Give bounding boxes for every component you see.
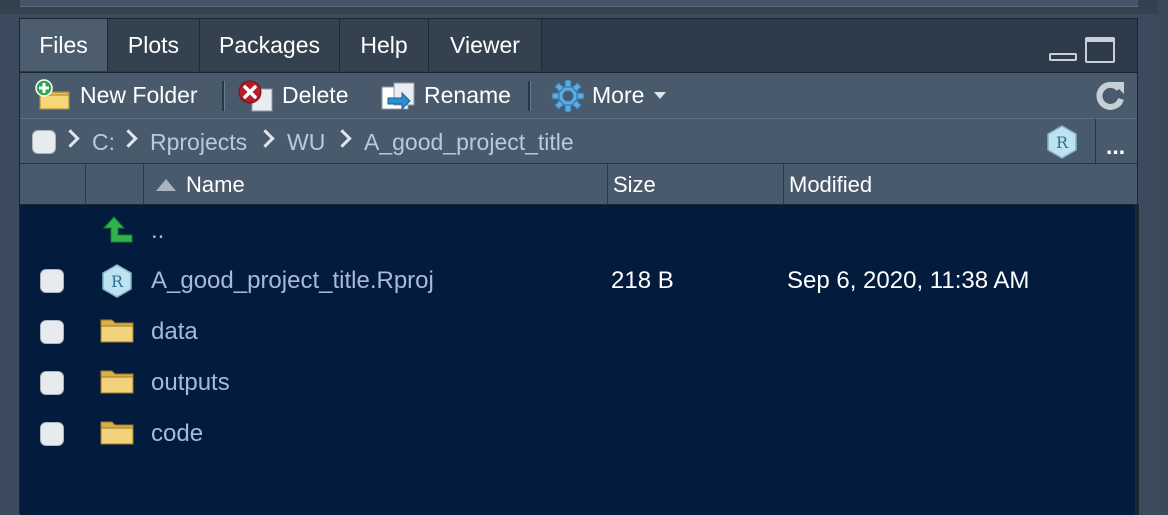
- toolbar-divider: [528, 81, 531, 111]
- top-strip: [0, 0, 1168, 14]
- r-project-icon[interactable]: R: [1045, 124, 1079, 165]
- file-size: 218 B: [611, 266, 674, 294]
- tab-help[interactable]: Help: [340, 19, 429, 71]
- tab-packages[interactable]: Packages: [200, 19, 340, 71]
- folder-icon: [100, 317, 134, 343]
- list-item[interactable]: R A_good_project_title.Rproj 218 B Sep 6…: [20, 255, 1135, 306]
- folder-icon: [100, 368, 134, 394]
- r-project-icon: R: [100, 263, 134, 304]
- breadcrumb-divider: [1095, 119, 1096, 165]
- chevron-right-icon: [256, 129, 275, 148]
- column-header-name[interactable]: Name: [144, 164, 608, 205]
- row-checkbox[interactable]: [40, 320, 64, 344]
- breadcrumb-overflow-button[interactable]: ...: [1106, 123, 1125, 169]
- file-name[interactable]: ..: [151, 205, 164, 256]
- rename-label: Rename: [424, 82, 511, 108]
- list-item[interactable]: data: [20, 306, 1135, 357]
- scrollbar[interactable]: [1135, 205, 1139, 515]
- chevron-right-icon: [333, 129, 352, 148]
- sort-ascending-icon: [156, 178, 176, 191]
- tab-plots[interactable]: Plots: [108, 19, 200, 71]
- select-all-checkbox[interactable]: [32, 130, 56, 154]
- tab-bar: Files Plots Packages Help Viewer: [20, 19, 1137, 73]
- dropdown-caret-icon: [654, 92, 667, 99]
- gear-icon: [550, 79, 586, 113]
- file-name[interactable]: A_good_project_title.Rproj: [151, 255, 434, 306]
- breadcrumb-item-rprojects[interactable]: Rprojects: [150, 119, 247, 165]
- column-header-name-label: Name: [186, 171, 245, 197]
- breadcrumb-item-wu[interactable]: WU: [287, 119, 325, 165]
- folder-icon: [100, 419, 134, 445]
- toolbar: New Folder Delete Rename More: [20, 73, 1137, 118]
- header-icon-column: [86, 164, 144, 205]
- rename-button[interactable]: Rename: [378, 73, 511, 118]
- files-pane: Files Plots Packages Help Viewer New Fol…: [19, 18, 1139, 515]
- tab-files[interactable]: Files: [20, 19, 108, 71]
- list-item[interactable]: outputs: [20, 357, 1135, 408]
- rename-icon: [378, 79, 418, 113]
- column-header-size-label: Size: [613, 171, 656, 197]
- delete-label: Delete: [282, 82, 349, 108]
- column-header-size[interactable]: Size: [608, 164, 784, 205]
- column-header-modified[interactable]: Modified: [784, 164, 1137, 205]
- minimize-icon[interactable]: [1049, 53, 1077, 61]
- tab-viewer[interactable]: Viewer: [429, 19, 542, 71]
- refresh-icon[interactable]: [1093, 79, 1127, 118]
- row-checkbox[interactable]: [40, 371, 64, 395]
- new-folder-label: New Folder: [80, 82, 198, 108]
- file-name[interactable]: code: [151, 408, 203, 459]
- list-item-parent[interactable]: ..: [20, 205, 1135, 256]
- more-label: More: [592, 82, 645, 108]
- pane-splitter[interactable]: [1158, 0, 1168, 514]
- breadcrumb-item-project[interactable]: A_good_project_title: [364, 119, 574, 165]
- row-checkbox[interactable]: [40, 422, 64, 446]
- row-checkbox[interactable]: [40, 269, 64, 293]
- file-list-header: Name Size Modified: [20, 164, 1137, 205]
- column-header-modified-label: Modified: [789, 171, 873, 197]
- svg-text:R: R: [111, 272, 124, 291]
- new-folder-icon: [34, 78, 74, 113]
- toolbar-divider: [222, 81, 225, 111]
- delete-button[interactable]: Delete: [236, 73, 348, 118]
- list-item[interactable]: code: [20, 408, 1135, 459]
- svg-text:R: R: [1056, 133, 1069, 152]
- up-arrow-icon: [102, 215, 134, 250]
- breadcrumb: C: Rprojects WU A_good_project_title R .…: [20, 118, 1137, 165]
- new-folder-button[interactable]: New Folder: [34, 73, 198, 118]
- file-list: .. R A_good_project_title.Rproj 218 B Se…: [20, 205, 1135, 515]
- more-button[interactable]: More: [550, 73, 667, 118]
- file-modified: Sep 6, 2020, 11:38 AM: [787, 266, 1030, 294]
- header-checkbox-column: [20, 164, 86, 205]
- breadcrumb-item-drive[interactable]: C:: [92, 119, 115, 165]
- file-name[interactable]: outputs: [151, 357, 230, 408]
- delete-icon: [236, 79, 276, 113]
- chevron-right-icon: [61, 129, 80, 148]
- chevron-right-icon: [119, 129, 138, 148]
- maximize-icon[interactable]: [1085, 37, 1115, 63]
- file-name[interactable]: data: [151, 306, 198, 357]
